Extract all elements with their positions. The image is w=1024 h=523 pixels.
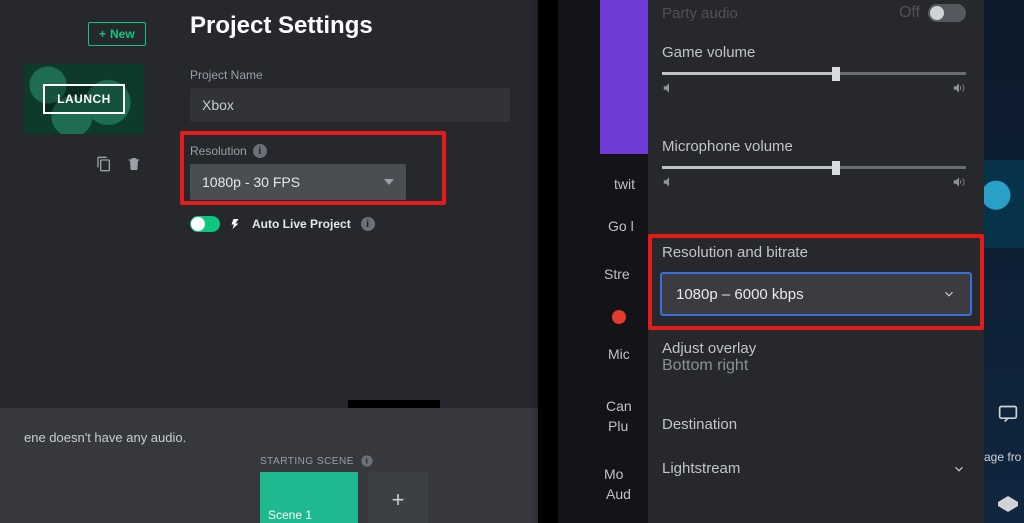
add-scene-button[interactable]: + xyxy=(368,472,428,523)
volume-low-icon xyxy=(662,175,676,194)
peek-text: Mic xyxy=(608,346,630,362)
record-indicator-icon xyxy=(612,310,626,324)
new-button-label: New xyxy=(110,27,135,41)
party-audio-label: Party audio xyxy=(662,5,738,22)
project-thumbnail[interactable]: LAUNCH xyxy=(24,64,144,134)
volume-high-icon xyxy=(952,81,966,100)
info-icon[interactable]: i xyxy=(361,455,372,466)
scene-1-label: Scene 1 xyxy=(268,508,312,522)
project-name-input[interactable] xyxy=(190,88,510,122)
game-tile[interactable] xyxy=(984,160,1024,248)
new-project-button[interactable]: + New xyxy=(88,22,146,46)
peek-text: Go l xyxy=(608,218,634,234)
volume-high-icon xyxy=(952,175,966,194)
resolution-select[interactable]: 1080p - 30 FPS xyxy=(190,164,406,200)
resolution-bitrate-value: 1080p – 6000 kbps xyxy=(676,286,804,303)
chevron-down-icon xyxy=(384,179,394,185)
launch-button[interactable]: LAUNCH xyxy=(43,84,125,114)
project-name-label: Project Name xyxy=(190,68,520,82)
plus-icon: + xyxy=(99,27,106,41)
brand-logo-icon xyxy=(996,494,1020,523)
starting-scene-label: STARTING SCENE i xyxy=(260,454,428,468)
peek-text: Stre xyxy=(604,266,630,282)
game-art-strip xyxy=(984,0,1024,523)
peek-text: Plu xyxy=(608,418,628,434)
adjust-overlay-value: Bottom right xyxy=(662,357,966,375)
lightstream-label: Lightstream xyxy=(662,460,740,477)
shadow xyxy=(530,0,558,523)
peek-text: Can xyxy=(606,398,632,414)
resolution-label: Resolution i xyxy=(190,144,520,158)
destination-row[interactable]: Destination xyxy=(662,416,966,434)
info-icon[interactable]: i xyxy=(361,217,375,231)
game-volume-label: Game volume xyxy=(662,44,966,100)
mic-volume-slider[interactable] xyxy=(662,166,966,169)
broadcast-settings-panel: Party audio Off Game volume Microphone v… xyxy=(648,0,984,523)
info-icon[interactable]: i xyxy=(253,144,267,158)
duplicate-icon[interactable] xyxy=(96,156,112,177)
truncated-text: age fro xyxy=(984,450,1021,464)
resolution-bitrate-select[interactable]: 1080p – 6000 kbps xyxy=(660,272,972,316)
trash-icon[interactable] xyxy=(126,156,142,177)
page-title: Project Settings xyxy=(190,12,520,40)
destination-label: Destination xyxy=(662,416,737,433)
scene-tile-1[interactable]: Scene 1 xyxy=(260,472,358,523)
scenes-area: STARTING SCENE i Scene 1 + xyxy=(260,454,428,523)
party-audio-toggle[interactable] xyxy=(928,4,966,22)
peek-text: twit xyxy=(614,176,635,192)
resolution-bitrate-label: Resolution and bitrate xyxy=(662,244,966,262)
mic-volume-label: Microphone volume xyxy=(662,138,966,194)
auto-live-toggle[interactable] xyxy=(190,216,220,232)
chat-icon[interactable] xyxy=(996,404,1020,424)
adjust-overlay-row[interactable]: Adjust overlay Bottom right xyxy=(662,340,966,375)
project-settings-form: Project Settings Project Name Resolution… xyxy=(190,12,520,232)
lightstream-row[interactable]: Lightstream xyxy=(662,460,966,477)
party-audio-value: Off xyxy=(899,4,920,22)
game-volume-slider[interactable] xyxy=(662,72,966,75)
volume-low-icon xyxy=(662,81,676,100)
peek-text: Aud xyxy=(606,486,631,502)
auto-live-label: Auto Live Project xyxy=(252,217,351,231)
chevron-down-icon xyxy=(952,462,966,476)
adjust-overlay-label: Adjust overlay xyxy=(662,340,966,357)
chevron-down-icon xyxy=(942,287,956,301)
twitch-accent xyxy=(600,0,648,154)
no-audio-message: ene doesn't have any audio. xyxy=(24,430,186,445)
peek-text: Mo xyxy=(604,466,623,482)
lightstream-panel: + New LAUNCH Project Settings Project Na… xyxy=(0,0,538,523)
bolt-icon xyxy=(230,218,242,230)
resolution-value: 1080p - 30 FPS xyxy=(202,174,300,190)
app-root: + New LAUNCH Project Settings Project Na… xyxy=(0,0,1024,523)
